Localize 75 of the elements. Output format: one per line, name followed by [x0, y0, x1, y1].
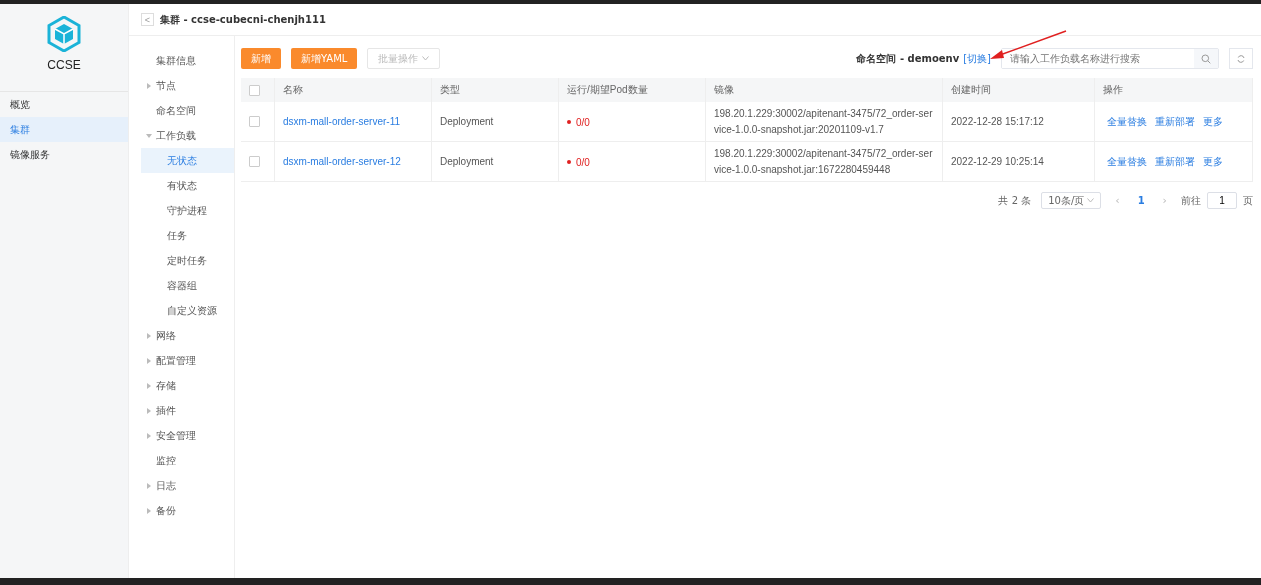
table-cell-text: 198.20.1.229:30002/apitenant-3475/72_order-service-1.0.0-snapshot.jar:20201109-v1.7	[714, 106, 934, 137]
action-link[interactable]: 重新部署	[1155, 114, 1195, 129]
column-header: 名称	[283, 84, 303, 95]
caret-icon	[145, 82, 152, 89]
column-header: 类型	[440, 84, 460, 95]
checkbox[interactable]	[249, 116, 260, 127]
pod-count: 0/0	[576, 116, 590, 128]
table-cell: 2022-12-28 15:17:12	[951, 116, 1044, 127]
action-link[interactable]: 全量替换	[1107, 154, 1147, 169]
caret-icon	[145, 382, 152, 389]
search-icon	[1201, 53, 1211, 64]
action-link[interactable]: 重新部署	[1155, 154, 1195, 169]
caret-icon	[145, 357, 152, 364]
search-field[interactable]: 请输入工作负载名称进行搜索	[1001, 48, 1219, 69]
nav-item[interactable]: 网络	[141, 323, 234, 348]
nav-item[interactable]: 节点	[141, 73, 234, 98]
caret-icon	[145, 507, 152, 514]
nav-item[interactable]: 命名空间	[141, 98, 234, 123]
column-header: 镜像	[714, 84, 734, 95]
namespace-label: 命名空间 - demoenv	[856, 51, 960, 66]
nav-item[interactable]: 无状态	[141, 148, 234, 173]
column-header: 创建时间	[951, 84, 991, 95]
total-count: 共 2 条	[998, 193, 1032, 208]
goto-label: 前往	[1181, 193, 1201, 208]
nav-item[interactable]: 插件	[141, 398, 234, 423]
app-name: CCSE	[47, 58, 81, 72]
nav-item[interactable]: 存储	[141, 373, 234, 398]
table-cell-text: 198.20.1.229:30002/apitenant-3475/72_order-service-1.0.0-snapshot.jar:1672280459448	[714, 146, 934, 177]
caret-icon	[145, 332, 152, 339]
nav-item[interactable]: 有状态	[141, 173, 234, 198]
nav-item[interactable]: 备份	[141, 498, 234, 523]
nav-item[interactable]: 工作负载	[141, 123, 234, 148]
goto-suffix: 页	[1243, 193, 1253, 208]
caret-icon	[145, 132, 152, 139]
refresh-button[interactable]	[1229, 48, 1253, 69]
nav-item[interactable]: 守护进程	[141, 198, 234, 223]
page-input[interactable]: 1	[1207, 192, 1237, 209]
nav-item[interactable]: 容器组	[141, 273, 234, 298]
nav-item[interactable]: 配置管理	[141, 348, 234, 373]
caret-icon	[145, 407, 152, 414]
table-cell: Deployment	[440, 116, 494, 127]
nav-item[interactable]: 集群信息	[141, 48, 234, 73]
nav-item[interactable]: 日志	[141, 473, 234, 498]
status-dot	[567, 160, 571, 165]
cube-logo-icon	[47, 16, 81, 52]
refresh-icon	[1237, 54, 1245, 63]
caret-icon	[145, 482, 152, 489]
status-dot	[567, 120, 571, 125]
workload-link[interactable]: dsxm-mall-order-server-11	[283, 116, 401, 127]
action-link[interactable]: 更多	[1203, 154, 1223, 169]
action-link[interactable]: 全量替换	[1107, 114, 1147, 129]
sidebar-item[interactable]: 集群	[0, 117, 128, 142]
nav-item[interactable]: 自定义资源	[141, 298, 234, 323]
table-cell: 2022-12-29 10:25:14	[951, 156, 1044, 167]
switch-link[interactable]: [切换]	[963, 51, 991, 66]
page-button[interactable]: 1	[1133, 195, 1149, 206]
nav-item[interactable]: 监控	[141, 448, 234, 473]
caret-icon	[145, 432, 152, 439]
sidebar-item[interactable]: 概览	[0, 92, 128, 117]
workload-link[interactable]: dsxm-mall-order-server-12	[283, 156, 401, 167]
nav-item[interactable]: 任务	[141, 223, 234, 248]
chevron-icon	[422, 56, 430, 61]
nav-item[interactable]: 定时任务	[141, 248, 234, 273]
nav-item[interactable]: 安全管理	[141, 423, 234, 448]
column-header: 操作	[1103, 84, 1123, 95]
sidebar-item[interactable]: 镜像服务	[0, 142, 128, 167]
page-title: 集群 - ccse-cubecni-chenjh111	[160, 12, 326, 27]
action-link[interactable]: 更多	[1203, 114, 1223, 129]
table-cell: Deployment	[440, 156, 494, 167]
pod-count: 0/0	[576, 156, 590, 168]
page-size-select[interactable]: 10条/页	[1041, 192, 1102, 209]
column-header: 运行/期望Pod数量	[567, 84, 648, 95]
checkbox[interactable]	[249, 156, 260, 167]
checkbox[interactable]	[249, 84, 260, 96]
chevron-icon	[1087, 198, 1095, 203]
